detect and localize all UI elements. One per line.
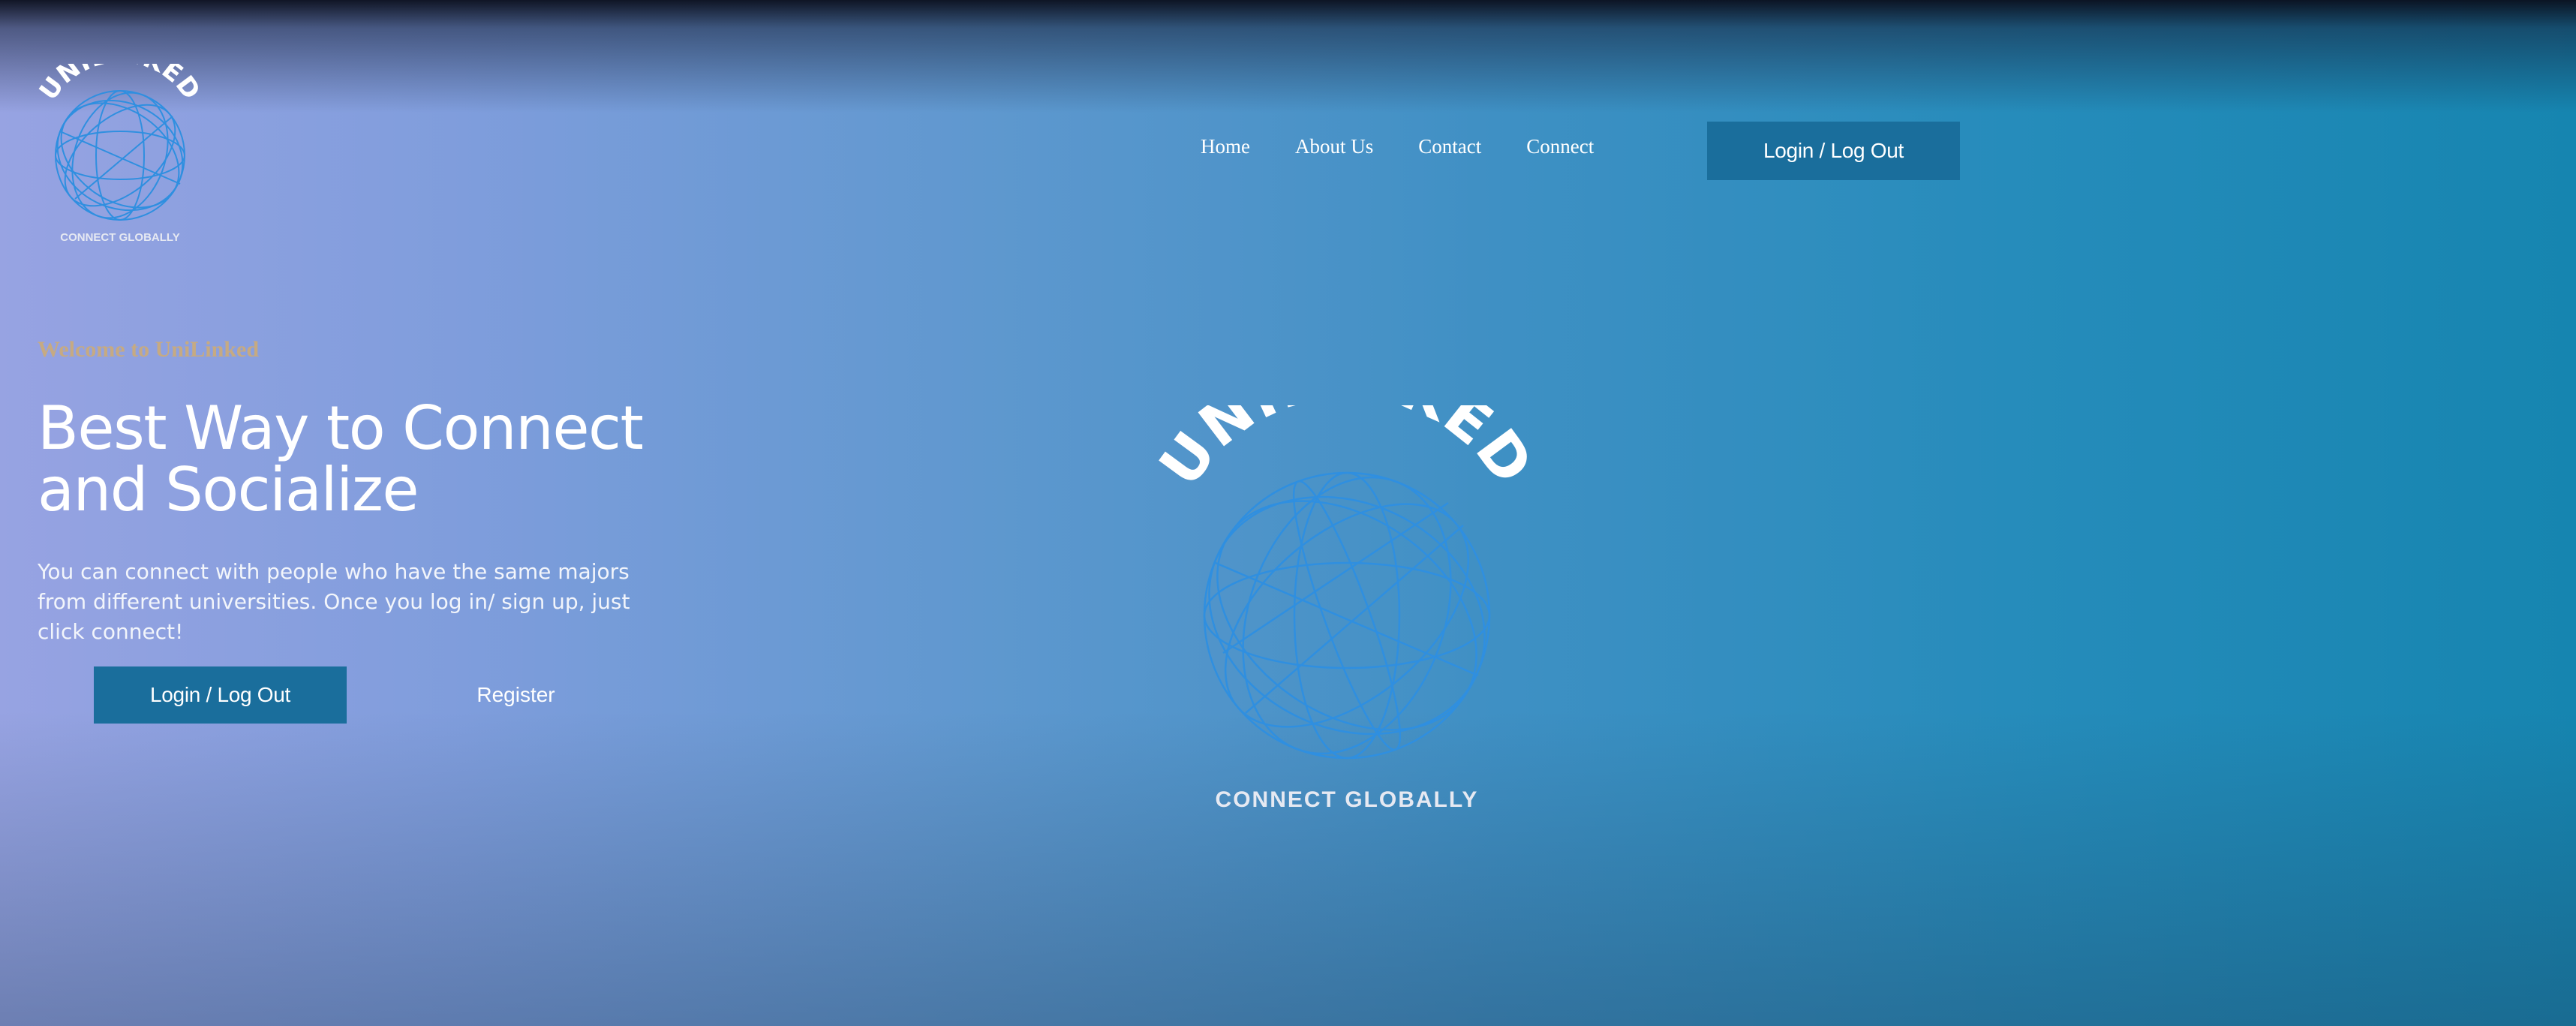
- nav-connect[interactable]: Connect: [1526, 135, 1594, 158]
- svg-text:UNILINKED: UNILINKED: [1148, 405, 1546, 498]
- hero-title-line1: Best Way to Connect: [38, 393, 644, 463]
- hero-title-line2: and Socialize: [38, 455, 419, 525]
- top-shade: [0, 0, 2576, 113]
- logo-tagline: CONNECT GLOBALLY: [60, 231, 179, 244]
- hero-register-button[interactable]: Register: [420, 666, 612, 724]
- hero-logo-tagline: CONNECT GLOBALLY: [1216, 787, 1479, 812]
- hero-login-button[interactable]: Login / Log Out: [94, 666, 347, 724]
- main-nav: Home About Us Contact Connect: [1201, 135, 1639, 158]
- hero-description: You can connect with people who have the…: [38, 559, 630, 644]
- nav-home[interactable]: Home: [1201, 135, 1250, 158]
- hero-logo-wordmark: UNILINKED: [1147, 343, 1545, 498]
- globe-wireframe-icon: UNILINKED CONNECT GLOBALLY: [34, 38, 207, 244]
- welcome-text: Welcome to UniLinked: [38, 337, 260, 362]
- hero-title: Best Way to Connect and Socialize: [38, 398, 713, 521]
- nav-contact[interactable]: Contact: [1418, 135, 1481, 158]
- logo-wordmark: UNILINKED: [34, 38, 206, 106]
- nav-about-us[interactable]: About Us: [1295, 135, 1373, 158]
- globe-wireframe-icon: UNILINKED CONNECT GLOBALLY: [1147, 343, 1546, 812]
- landing-page: UNILINKED CONNECT GLOBALLY Home About Us…: [0, 0, 2576, 1026]
- hero-logo: UNILINKED CONNECT GLOBALLY: [1147, 343, 1546, 826]
- header-logo[interactable]: UNILINKED CONNECT GLOBALLY: [30, 38, 210, 251]
- svg-text:UNILINKED: UNILINKED: [34, 64, 207, 106]
- nav-login-button[interactable]: Login / Log Out: [1707, 122, 1960, 180]
